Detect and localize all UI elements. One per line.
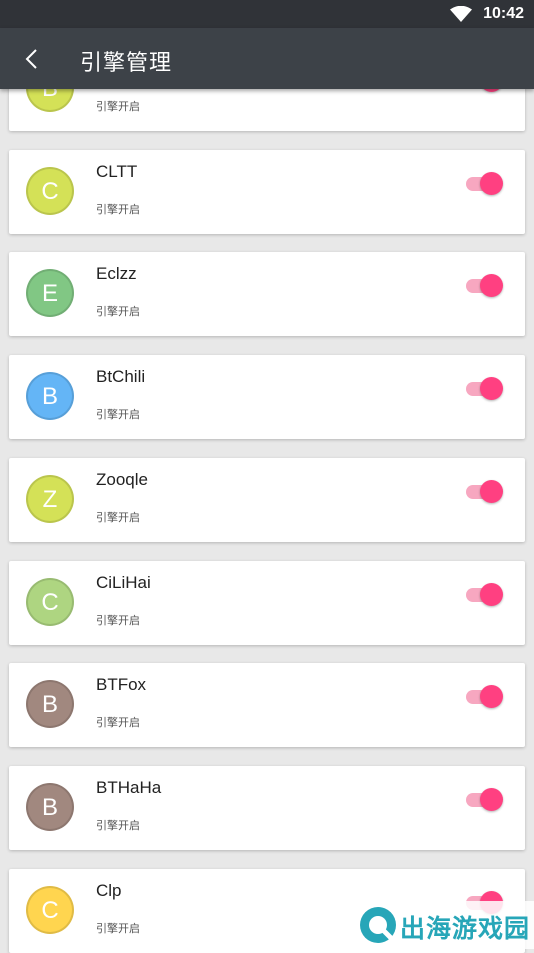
toggle-thumb (480, 685, 503, 708)
engine-status: 引擎开启 (96, 717, 140, 729)
engine-status: 引擎开启 (96, 923, 140, 935)
engine-card[interactable]: C CLTT 引擎开启 (9, 150, 525, 234)
watermark-text: 出海游戏园 (400, 915, 531, 943)
app-bar: 引擎管理 (0, 28, 534, 89)
engine-avatar: B (26, 372, 74, 420)
engine-status: 引擎开启 (96, 204, 140, 216)
back-button[interactable] (18, 45, 46, 73)
wifi-icon (450, 6, 472, 22)
engine-name: CiLiHai (96, 573, 151, 592)
engine-toggle[interactable] (466, 479, 506, 503)
toggle-thumb (480, 480, 503, 503)
engine-avatar: E (26, 269, 74, 317)
toggle-thumb (480, 172, 503, 195)
engine-card[interactable]: B BTHaHa 引擎开启 (9, 766, 525, 850)
engine-avatar: B (26, 783, 74, 831)
engine-avatar: C (26, 578, 74, 626)
engine-card[interactable]: B BTFox 引擎开启 (9, 663, 525, 747)
engine-name: CLTT (96, 162, 138, 181)
engine-toggle[interactable] (466, 582, 506, 606)
engine-toggle[interactable] (466, 376, 506, 400)
watermark: 出海游戏园 (356, 901, 534, 949)
toggle-thumb (480, 377, 503, 400)
engine-toggle[interactable] (466, 787, 506, 811)
toggle-thumb (480, 583, 503, 606)
engine-avatar: B (26, 680, 74, 728)
engine-name: BtChili (96, 367, 146, 386)
engine-status: 引擎开启 (96, 615, 140, 627)
engine-avatar: C (26, 167, 74, 215)
engine-avatar: C (26, 886, 74, 934)
engine-card[interactable]: C CiLiHai 引擎开启 (9, 561, 525, 645)
status-bar: 10:42 (0, 0, 534, 28)
page-title: 引擎管理 (80, 50, 173, 75)
engine-toggle[interactable] (466, 684, 506, 708)
engine-status: 引擎开启 (96, 409, 140, 421)
engine-status: 引擎开启 (96, 101, 140, 113)
engine-card[interactable]: E Eclzz 引擎开启 (9, 252, 525, 336)
engine-card[interactable]: B BtChili 引擎开启 (9, 355, 525, 439)
engine-status: 引擎开启 (96, 512, 140, 524)
toggle-thumb (480, 274, 503, 297)
engine-card[interactable]: Z Zooqle 引擎开启 (9, 458, 525, 542)
engine-name: Zooqle (96, 470, 148, 489)
engine-name: BTFox (96, 675, 147, 694)
engine-name: Clp (96, 881, 122, 900)
engine-avatar: Z (26, 475, 74, 523)
engine-status: 引擎开启 (96, 820, 140, 832)
engine-list: B 引擎开启 C CLTT 引擎开启 E Eclzz 引擎开启 B BtChil… (0, 0, 534, 953)
engine-name: Eclzz (96, 264, 137, 283)
engine-toggle[interactable] (466, 273, 506, 297)
engine-name: BTHaHa (96, 778, 162, 797)
chevron-left-icon (25, 49, 37, 69)
watermark-logo-icon (360, 907, 396, 943)
status-time: 10:42 (483, 5, 524, 22)
engine-toggle[interactable] (466, 171, 506, 195)
engine-status: 引擎开启 (96, 306, 140, 318)
toggle-thumb (480, 788, 503, 811)
